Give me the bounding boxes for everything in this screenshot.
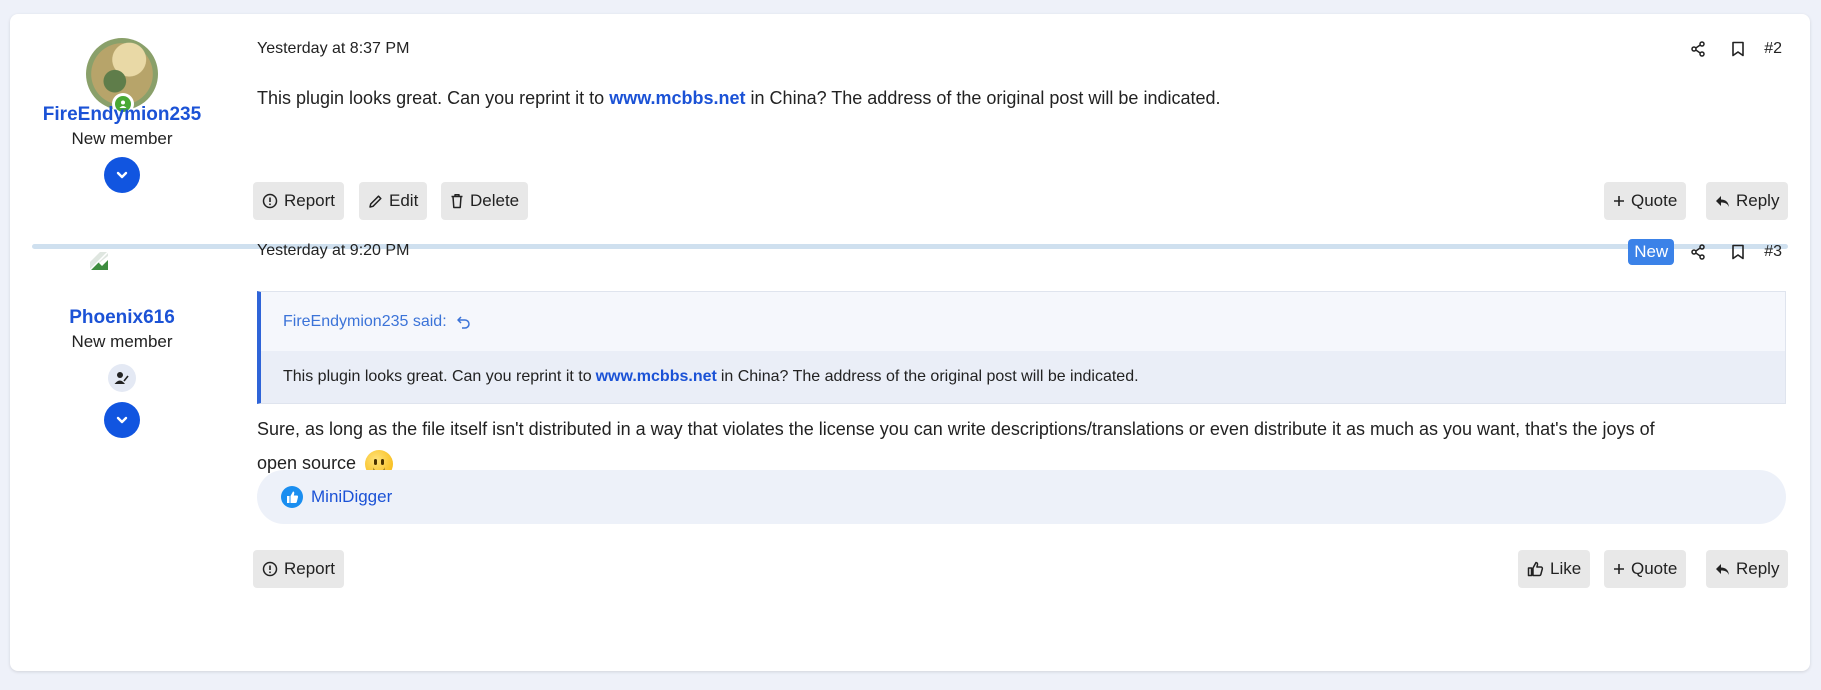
edit-icon [369,194,382,208]
expand-user-button[interactable] [104,157,140,193]
quote-author[interactable]: FireEndymion235 said: [283,313,447,331]
post-3: Phoenix616 New member Yesterday at 9:20 … [10,239,1810,671]
message-line: Sure, as long as the file itself isn't d… [257,419,1655,439]
quote-text: This plugin looks great. Can you reprint… [283,368,592,385]
post-2: FireEndymion235 New member Yesterday at … [10,14,1810,244]
reply-icon [1716,195,1729,207]
user-title: New member [71,129,173,148]
post-number[interactable]: #3 [1764,243,1782,261]
delete-icon [451,194,463,209]
report-label: Report [284,559,336,578]
quote-button[interactable]: Quote [1604,550,1687,588]
quote-block: FireEndymion235 said: This plugin looks … [257,291,1786,404]
post-date[interactable]: Yesterday at 9:20 PM [257,242,409,260]
username[interactable]: FireEndymion235 [10,104,234,126]
edit-label: Edit [389,191,419,210]
bookmark-button[interactable] [1718,238,1758,266]
report-button[interactable]: Report [253,182,345,220]
bookmark-icon [1732,244,1745,260]
message-text: This plugin looks great. Can you reprint… [257,88,610,108]
report-icon [262,193,278,209]
delete-button[interactable]: Delete [441,182,529,220]
post-meta-actions: New #3 [1628,238,1782,266]
quote-return-icon[interactable] [456,315,471,329]
message-link[interactable]: www.mcbbs.net [609,88,745,108]
plus-icon [1614,564,1624,574]
reply-label: Reply [1736,191,1780,210]
share-button[interactable] [1678,238,1718,266]
post-date[interactable]: Yesterday at 8:37 PM [257,40,409,58]
quote-header[interactable]: FireEndymion235 said: [261,292,1785,351]
new-badge: New [1628,239,1675,265]
share-icon [1691,41,1705,57]
thread-card: FireEndymion235 New member Yesterday at … [10,14,1810,671]
plus-icon [1614,196,1624,206]
reactions-bar: MiniDigger [257,470,1786,524]
report-label: Report [284,191,336,210]
quote-button[interactable]: Quote [1604,182,1687,220]
reply-button[interactable]: Reply [1706,550,1789,588]
bookmark-button[interactable] [1718,35,1758,63]
chevron-down-icon [116,416,128,424]
report-button[interactable]: Report [253,550,345,588]
quote-label: Quote [1631,191,1678,210]
like-icon [1527,561,1544,577]
report-icon [262,561,278,577]
user-role-icon [108,364,136,392]
broken-avatar-icon[interactable] [88,250,110,272]
reaction-user[interactable]: MiniDigger [311,487,392,507]
post-number[interactable]: #2 [1764,40,1782,58]
bookmark-icon [1732,41,1745,57]
post-meta-actions: #2 [1678,35,1782,63]
expand-user-button[interactable] [104,402,140,438]
post-message: This plugin looks great. Can you reprint… [257,81,1780,115]
quote-text: in China? The address of the original po… [720,368,1139,385]
like-button[interactable]: Like [1518,550,1591,588]
message-text: in China? The address of the original po… [745,88,1221,108]
like-label: Like [1550,559,1582,578]
delete-label: Delete [470,191,520,210]
username[interactable]: Phoenix616 [10,307,234,329]
reply-icon [1716,563,1729,575]
user-title: New member [71,332,173,351]
chevron-down-icon [116,171,128,179]
like-icon [281,486,303,508]
reply-button[interactable]: Reply [1706,182,1789,220]
share-icon [1691,244,1705,260]
reply-label: Reply [1736,559,1780,578]
edit-button[interactable]: Edit [359,182,428,220]
quote-label: Quote [1631,559,1678,578]
share-button[interactable] [1678,35,1718,63]
quote-link[interactable]: www.mcbbs.net [596,368,717,386]
quote-body: This plugin looks great. Can you reprint… [261,351,1785,403]
